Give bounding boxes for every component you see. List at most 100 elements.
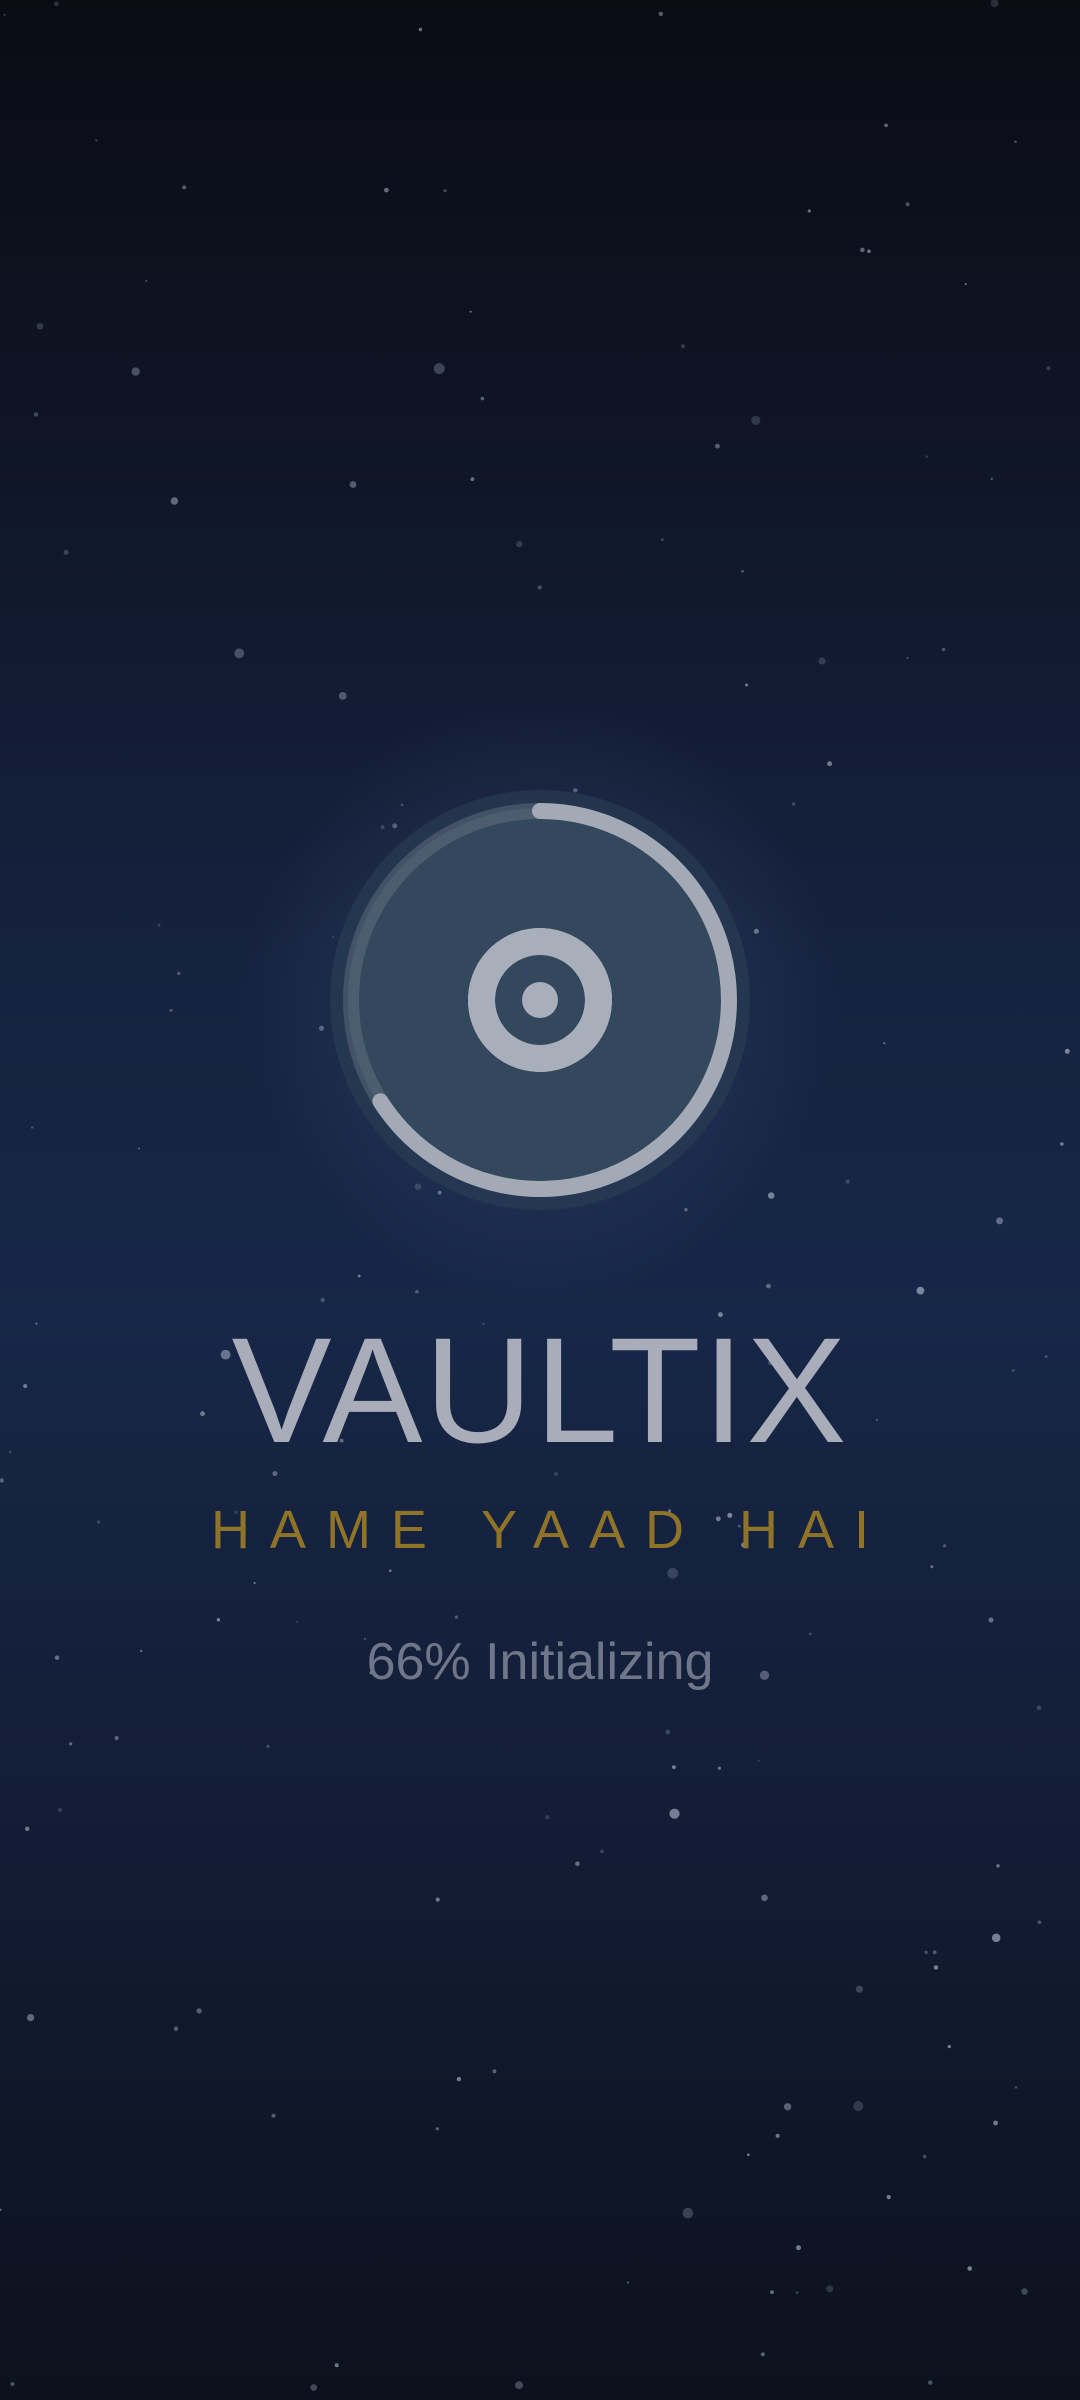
star bbox=[853, 2101, 864, 2112]
star bbox=[930, 1565, 934, 1569]
star bbox=[310, 2384, 318, 2391]
star bbox=[766, 1283, 771, 1289]
star bbox=[796, 2245, 801, 2251]
star bbox=[665, 1729, 671, 1735]
star bbox=[138, 1147, 140, 1150]
star bbox=[36, 323, 44, 330]
star bbox=[0, 2208, 2, 2212]
star bbox=[905, 202, 910, 207]
star bbox=[600, 1849, 604, 1854]
star bbox=[807, 209, 811, 213]
star bbox=[1064, 1048, 1070, 1054]
app-title: VAULTIX bbox=[231, 1306, 849, 1474]
loading-status: 66% Initializing bbox=[366, 1633, 714, 1691]
star bbox=[1021, 2288, 1028, 2295]
star bbox=[33, 412, 39, 417]
star bbox=[681, 344, 685, 349]
star bbox=[906, 656, 909, 660]
app-tagline: HAME YAAD HAI bbox=[210, 1500, 890, 1560]
star bbox=[69, 1742, 73, 1746]
star bbox=[170, 497, 179, 505]
star bbox=[169, 1008, 173, 1012]
star bbox=[669, 1808, 680, 1819]
star bbox=[933, 1965, 939, 1970]
star bbox=[751, 415, 761, 425]
star bbox=[234, 648, 245, 659]
star bbox=[658, 11, 663, 17]
star bbox=[182, 185, 187, 190]
star bbox=[469, 310, 472, 313]
star bbox=[845, 1179, 850, 1184]
star bbox=[443, 189, 447, 193]
star bbox=[320, 1297, 325, 1303]
star bbox=[745, 683, 749, 687]
star bbox=[516, 541, 523, 548]
star bbox=[480, 396, 485, 401]
star bbox=[1036, 1705, 1042, 1710]
star bbox=[991, 1933, 1001, 1943]
star bbox=[747, 2153, 750, 2157]
star bbox=[860, 247, 865, 253]
star bbox=[54, 1, 59, 7]
star bbox=[388, 1569, 392, 1573]
star bbox=[761, 1894, 768, 1902]
star bbox=[575, 1861, 580, 1866]
star bbox=[672, 1765, 676, 1769]
star bbox=[884, 123, 888, 128]
star bbox=[0, 1478, 4, 1483]
star bbox=[947, 2045, 951, 2049]
star bbox=[996, 1864, 1000, 1868]
star bbox=[996, 1217, 1004, 1225]
star bbox=[990, 477, 993, 481]
star bbox=[1037, 1920, 1042, 1925]
star bbox=[3, 13, 6, 16]
star bbox=[515, 2381, 524, 2390]
star bbox=[1014, 140, 1017, 143]
star bbox=[928, 2380, 933, 2385]
star bbox=[492, 2069, 497, 2074]
star bbox=[818, 657, 826, 665]
star bbox=[173, 2026, 179, 2032]
star bbox=[883, 1042, 886, 1045]
star bbox=[338, 692, 347, 700]
star bbox=[717, 1766, 722, 1770]
star bbox=[114, 1736, 119, 1741]
star bbox=[988, 1617, 994, 1623]
star bbox=[349, 481, 357, 488]
star bbox=[660, 538, 664, 542]
star bbox=[456, 2076, 462, 2082]
star bbox=[157, 923, 161, 927]
star bbox=[266, 1744, 270, 1748]
star bbox=[715, 443, 720, 449]
star bbox=[667, 1567, 679, 1579]
star bbox=[1014, 2086, 1018, 2089]
star bbox=[886, 2195, 891, 2200]
star bbox=[271, 2113, 276, 2118]
star bbox=[334, 2363, 339, 2368]
star bbox=[435, 2127, 439, 2131]
star bbox=[470, 477, 475, 482]
star bbox=[783, 2103, 792, 2111]
star bbox=[792, 802, 796, 806]
star bbox=[867, 249, 871, 253]
star bbox=[967, 2266, 972, 2271]
star bbox=[63, 549, 69, 555]
star bbox=[827, 761, 833, 767]
star bbox=[757, 1759, 760, 1763]
star bbox=[435, 1897, 440, 1902]
star bbox=[31, 1126, 34, 1129]
star bbox=[454, 1615, 458, 1619]
star bbox=[826, 2285, 834, 2293]
star bbox=[537, 585, 542, 590]
star bbox=[760, 2352, 765, 2357]
star bbox=[775, 2133, 780, 2138]
star bbox=[993, 2120, 998, 2126]
star bbox=[1060, 1142, 1064, 1146]
star bbox=[770, 2290, 774, 2295]
star bbox=[131, 367, 140, 376]
star bbox=[1046, 366, 1051, 371]
app-logo bbox=[330, 790, 750, 1210]
star bbox=[25, 1826, 30, 1832]
star bbox=[922, 2154, 927, 2159]
star bbox=[27, 2014, 35, 2022]
